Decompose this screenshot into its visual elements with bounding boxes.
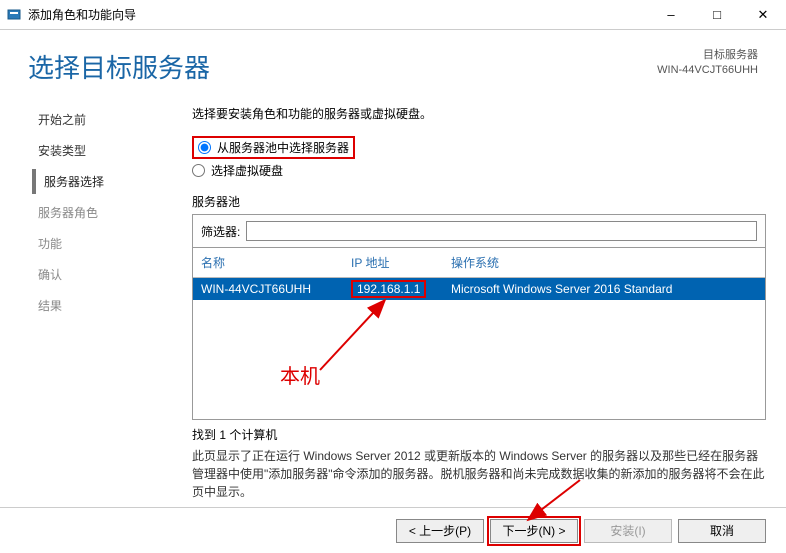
- cancel-button[interactable]: 取消: [678, 519, 766, 543]
- sidebar-item-before-begin[interactable]: 开始之前: [32, 107, 192, 132]
- wizard-footer: < 上一步(P) 下一步(N) > 安装(I) 取消: [0, 507, 786, 553]
- target-server-box: 目标服务器 WIN-44VCJT66UHH: [657, 48, 758, 85]
- cell-os: Microsoft Windows Server 2016 Standard: [451, 282, 757, 296]
- annotation-local-machine: 本机: [280, 360, 320, 389]
- cell-name: WIN-44VCJT66UHH: [201, 282, 351, 296]
- radio-vhd[interactable]: [192, 164, 205, 177]
- install-button: 安装(I): [584, 519, 672, 543]
- table-row[interactable]: WIN-44VCJT66UHH 192.168.1.1 Microsoft Wi…: [193, 278, 765, 300]
- cell-ip: 192.168.1.1: [351, 280, 426, 298]
- filter-input[interactable]: [246, 221, 757, 241]
- col-os[interactable]: 操作系统: [451, 254, 757, 271]
- titlebar: 添加角色和功能向导 – □ ✕: [0, 0, 786, 30]
- col-ip[interactable]: IP 地址: [351, 254, 451, 271]
- sidebar-item-results: 结果: [32, 293, 192, 318]
- main-panel: 选择要安装角色和功能的服务器或虚拟硬盘。 从服务器池中选择服务器 选择虚拟硬盘 …: [192, 95, 766, 501]
- next-button[interactable]: 下一步(N) >: [490, 519, 578, 543]
- wizard-sidebar: 开始之前 安装类型 服务器选择 服务器角色 功能 确认 结果: [32, 95, 192, 501]
- table-header: 名称 IP 地址 操作系统: [193, 248, 765, 278]
- close-button[interactable]: ✕: [740, 0, 786, 30]
- description-text: 此页显示了正在运行 Windows Server 2012 或更新版本的 Win…: [192, 447, 766, 501]
- radio-from-pool-label: 从服务器池中选择服务器: [217, 139, 349, 156]
- radio-vhd-label: 选择虚拟硬盘: [211, 162, 283, 179]
- sidebar-item-confirm: 确认: [32, 262, 192, 287]
- server-table: 名称 IP 地址 操作系统 WIN-44VCJT66UHH 192.168.1.…: [192, 248, 766, 420]
- filter-row: 筛选器:: [192, 214, 766, 248]
- found-count: 找到 1 个计算机: [192, 426, 766, 443]
- sidebar-item-server-roles: 服务器角色: [32, 200, 192, 225]
- window-title: 添加角色和功能向导: [28, 6, 648, 23]
- page-title: 选择目标服务器: [28, 48, 657, 85]
- radio-from-pool-row[interactable]: 从服务器池中选择服务器: [192, 136, 766, 159]
- sidebar-item-install-type[interactable]: 安装类型: [32, 138, 192, 163]
- app-icon: [6, 7, 22, 23]
- pool-label: 服务器池: [192, 193, 766, 210]
- target-value: WIN-44VCJT66UHH: [657, 63, 758, 78]
- radio-vhd-row[interactable]: 选择虚拟硬盘: [192, 162, 766, 179]
- minimize-button[interactable]: –: [648, 0, 694, 30]
- prev-button[interactable]: < 上一步(P): [396, 519, 484, 543]
- sidebar-item-server-selection[interactable]: 服务器选择: [32, 169, 192, 194]
- intro-text: 选择要安装角色和功能的服务器或虚拟硬盘。: [192, 105, 766, 122]
- radio-from-pool[interactable]: [198, 141, 211, 154]
- col-name[interactable]: 名称: [201, 254, 351, 271]
- maximize-button[interactable]: □: [694, 0, 740, 30]
- sidebar-item-features: 功能: [32, 231, 192, 256]
- filter-label: 筛选器:: [201, 223, 240, 240]
- target-label: 目标服务器: [657, 48, 758, 63]
